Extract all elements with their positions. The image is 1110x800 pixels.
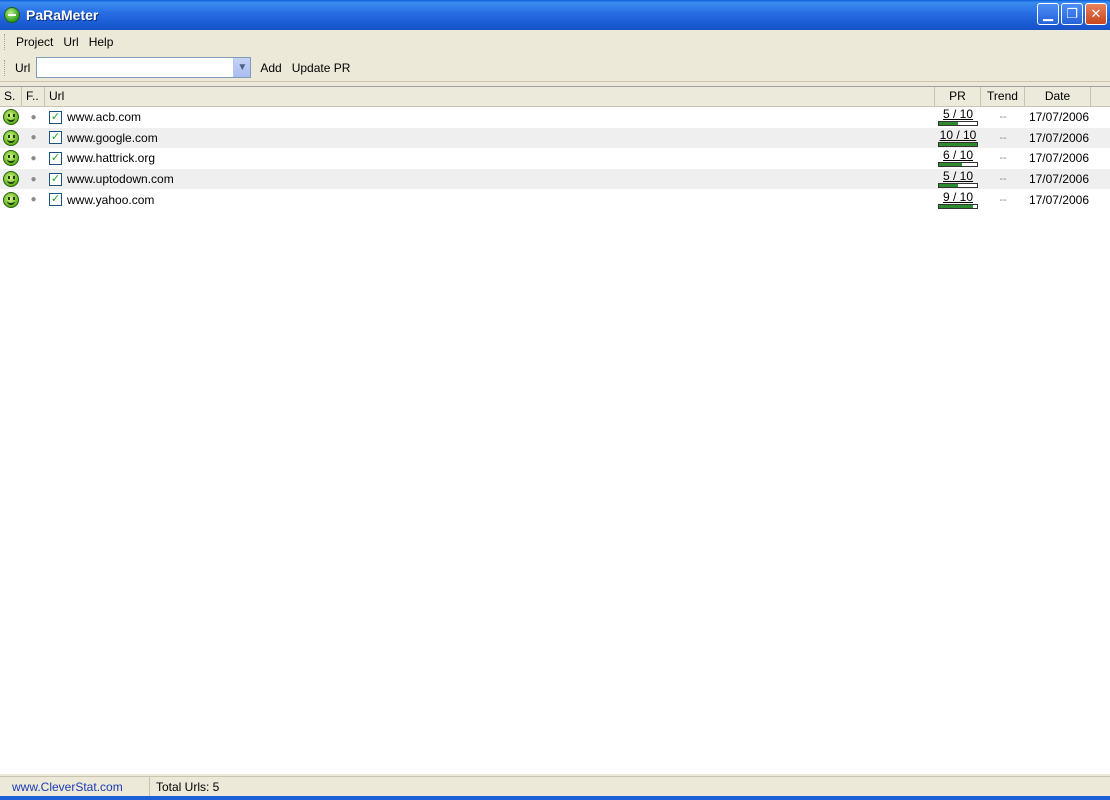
url-list[interactable]: S. F.. Url PR Trend Date ● ✓ www.acb.com 5 … xyxy=(0,86,1110,774)
column-header-status[interactable]: S. xyxy=(0,87,22,106)
pr-bar-fill xyxy=(939,163,962,167)
row-checkbox[interactable]: ✓ xyxy=(49,151,62,165)
list-header: S. F.. Url PR Trend Date xyxy=(0,87,1110,107)
pr-cell: 9 / 10 xyxy=(935,191,981,209)
column-header-filler xyxy=(1091,87,1110,106)
pr-value: 6 / 10 xyxy=(942,148,974,163)
pr-cell: 5 / 10 xyxy=(935,169,981,189)
status-cell xyxy=(0,109,22,126)
row-checkbox[interactable]: ✓ xyxy=(49,172,62,186)
app-icon xyxy=(4,7,20,23)
row-url: www.acb.com xyxy=(67,110,142,125)
pr-cell: 6 / 10 xyxy=(935,148,981,168)
favicon-dot-icon: ● xyxy=(30,152,37,164)
smiley-icon xyxy=(3,191,19,208)
toolbar-grip xyxy=(4,59,7,76)
row-date: 17/07/2006 xyxy=(1028,130,1089,145)
pr-value: 5 / 10 xyxy=(942,169,974,184)
smiley-icon xyxy=(3,171,19,188)
status-bar: www.CleverStat.com Total Urls: 5 xyxy=(0,776,1110,796)
pr-bar-fill xyxy=(939,204,974,208)
pr-value: 5 / 10 xyxy=(942,107,974,122)
taskbar-strip xyxy=(0,796,1110,800)
url-label: Url xyxy=(15,60,31,75)
row-url: www.uptodown.com xyxy=(67,172,174,187)
favicon-dot-icon: ● xyxy=(30,111,37,123)
row-date: 17/07/2006 xyxy=(1028,151,1089,166)
chevron-down-icon[interactable]: ▼ xyxy=(233,58,251,77)
toolbar: Url ▼ Add Update PR xyxy=(0,54,1110,82)
status-cell xyxy=(0,171,22,188)
pr-value: 9 / 10 xyxy=(942,189,974,204)
column-header-date[interactable]: Date xyxy=(1025,87,1091,106)
favicon-dot-icon: ● xyxy=(30,132,37,144)
table-row[interactable]: ● ✓ www.acb.com 5 / 10 -- 17/07/2006 xyxy=(0,107,1110,128)
menu-url[interactable]: Url xyxy=(58,33,83,51)
row-trend: -- xyxy=(999,173,1007,186)
pr-bar-fill xyxy=(939,142,977,146)
table-row[interactable]: ● ✓ www.google.com 10 / 10 -- 17/07/2006 xyxy=(0,127,1110,149)
table-row[interactable]: ● ✓ www.yahoo.com 9 / 10 -- 17/07/2006 xyxy=(0,189,1110,210)
smiley-icon xyxy=(3,129,19,146)
pr-cell: 10 / 10 xyxy=(935,129,981,147)
row-trend: -- xyxy=(999,111,1007,124)
url-combobox[interactable]: ▼ xyxy=(36,57,252,78)
title-bar[interactable]: PaRaMeter ▁ ❐ ✕ xyxy=(0,0,1110,30)
restore-button[interactable]: ❐ xyxy=(1061,3,1083,25)
window-title: PaRaMeter xyxy=(26,7,99,23)
menu-bar: Project Url Help xyxy=(0,30,1110,54)
row-checkbox[interactable]: ✓ xyxy=(49,110,62,124)
smiley-icon xyxy=(3,109,19,126)
favicon-dot-icon: ● xyxy=(30,173,37,185)
pr-bar xyxy=(938,121,978,127)
list-rows: ● ✓ www.acb.com 5 / 10 -- 17/07/2006 ● ✓ www.goo… xyxy=(0,107,1110,210)
close-button[interactable]: ✕ xyxy=(1085,3,1107,25)
row-url: www.google.com xyxy=(67,130,158,145)
status-cell xyxy=(0,191,22,208)
minimize-button[interactable]: ▁ xyxy=(1037,3,1059,25)
status-cell xyxy=(0,129,22,146)
pr-bar xyxy=(938,183,978,189)
status-cell xyxy=(0,150,22,167)
row-trend: -- xyxy=(999,193,1007,206)
window-controls: ▁ ❐ ✕ xyxy=(1037,3,1107,25)
menu-project[interactable]: Project xyxy=(11,33,58,51)
row-trend: -- xyxy=(999,152,1007,165)
pr-cell: 5 / 10 xyxy=(935,107,981,127)
pr-value: 10 / 10 xyxy=(939,127,977,142)
row-trend: -- xyxy=(999,131,1007,144)
add-button[interactable]: Add xyxy=(255,61,286,75)
pr-bar xyxy=(938,203,978,209)
menu-help[interactable]: Help xyxy=(84,33,119,51)
column-header-trend[interactable]: Trend xyxy=(981,87,1025,106)
table-row[interactable]: ● ✓ www.hattrick.org 6 / 10 -- 17/07/2006 xyxy=(0,148,1110,169)
pr-bar-fill xyxy=(939,184,958,188)
table-row[interactable]: ● ✓ www.uptodown.com 5 / 10 -- 17/07/2006 xyxy=(0,168,1110,190)
pr-bar xyxy=(938,162,978,168)
total-urls-label: Total Urls: 5 xyxy=(156,779,220,794)
row-date: 17/07/2006 xyxy=(1028,110,1089,125)
pr-bar-fill xyxy=(939,122,958,126)
menubar-grip xyxy=(4,34,7,50)
row-date: 17/07/2006 xyxy=(1028,172,1089,187)
column-header-url[interactable]: Url xyxy=(45,87,935,106)
update-pr-button[interactable]: Update PR xyxy=(287,61,356,75)
smiley-icon xyxy=(3,150,19,167)
column-header-favicon[interactable]: F.. xyxy=(22,87,45,106)
row-url: www.yahoo.com xyxy=(67,192,155,207)
row-url: www.hattrick.org xyxy=(67,151,156,166)
row-checkbox[interactable]: ✓ xyxy=(49,131,62,145)
column-header-pr[interactable]: PR xyxy=(935,87,981,106)
cleverstat-link[interactable]: www.CleverStat.com xyxy=(0,777,150,796)
row-date: 17/07/2006 xyxy=(1028,192,1089,207)
pr-bar xyxy=(938,141,978,147)
favicon-dot-icon: ● xyxy=(30,194,37,206)
url-input[interactable] xyxy=(37,58,234,77)
row-checkbox[interactable]: ✓ xyxy=(49,193,62,207)
